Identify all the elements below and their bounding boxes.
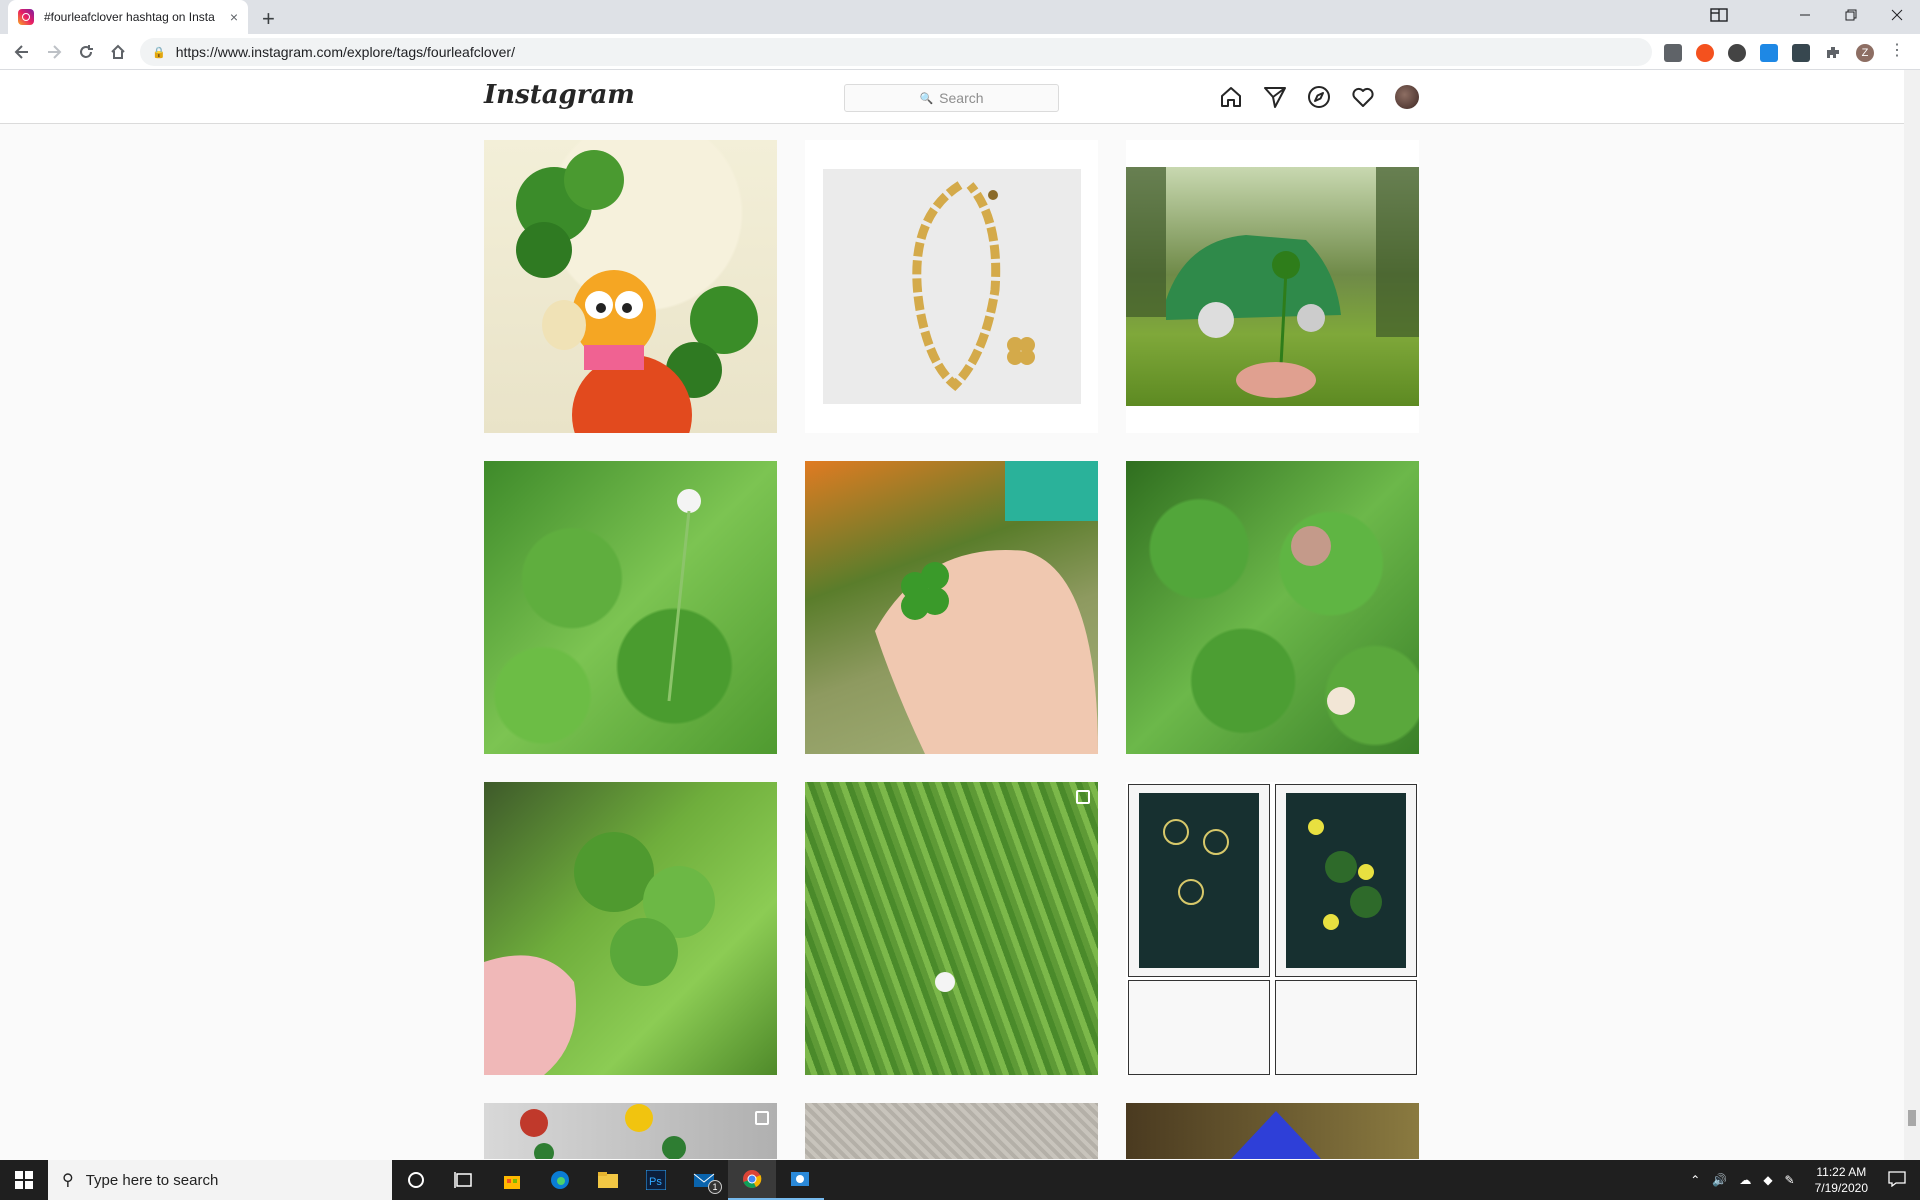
instagram-header: Instagram 🔍 Search [0, 70, 1904, 124]
start-button[interactable] [0, 1160, 48, 1200]
windows-taskbar: ⚲ Type here to search Ps 1 ⌃ 🔊 ☁ ◆ ✎ 11:… [0, 1160, 1920, 1200]
post-knitted-item[interactable] [805, 1103, 1098, 1159]
photoshop-icon[interactable]: Ps [632, 1160, 680, 1200]
store-icon[interactable] [488, 1160, 536, 1200]
extension-orange-icon[interactable] [1696, 44, 1714, 62]
extension-dark-icon[interactable] [1792, 44, 1810, 62]
post-hand-holding-clover[interactable] [805, 461, 1098, 754]
back-icon[interactable] [10, 40, 34, 64]
scrollbar-thumb[interactable] [1908, 1110, 1916, 1126]
svg-text:Ps: Ps [649, 1176, 662, 1188]
taskbar-search-placeholder: Type here to search [85, 1171, 219, 1189]
instagram-search-input[interactable]: 🔍 Search [844, 84, 1059, 112]
profile-avatar-button[interactable]: Z [1856, 44, 1874, 62]
dropbox-icon[interactable]: ◆ [1763, 1173, 1772, 1187]
search-icon: 🔍 [919, 92, 934, 105]
post-gold-clover-bracelet[interactable] [805, 140, 1098, 433]
tab-title: #fourleafclover hashtag on Insta [44, 10, 215, 24]
url-text: https://www.instagram.com/explore/tags/f… [175, 44, 515, 60]
task-view-icon[interactable] [440, 1160, 488, 1200]
post-green-car-clover[interactable] [1126, 140, 1419, 433]
page-scrollbar[interactable] [1904, 70, 1920, 1160]
search-icon: ⚲ [62, 1172, 74, 1189]
post-clover-field[interactable] [484, 461, 777, 754]
multiple-photos-icon [1076, 790, 1090, 804]
post-clover-prints[interactable] [1126, 782, 1419, 1075]
home-button-icon[interactable] [106, 40, 130, 64]
direct-icon[interactable] [1263, 85, 1287, 109]
tab-search-icon[interactable] [1696, 0, 1742, 30]
snipping-tool-icon[interactable] [776, 1160, 824, 1200]
post-grass-clover[interactable] [805, 782, 1098, 1075]
tray-expand-icon[interactable]: ⌃ [1690, 1173, 1700, 1187]
new-tab-button[interactable]: + [262, 6, 275, 32]
post-roses-clover[interactable] [484, 1103, 777, 1159]
tab-close-icon[interactable]: × [230, 9, 238, 25]
taskbar-search-input[interactable]: ⚲ Type here to search [48, 1160, 392, 1200]
clock[interactable]: 11:22 AM 7/19/2020 [1815, 1164, 1868, 1196]
lock-icon: 🔒 [152, 46, 166, 59]
browser-toolbar: 🔒 https://www.instagram.com/explore/tags… [0, 34, 1920, 70]
post-clover-closeup[interactable] [1126, 461, 1419, 754]
mail-icon[interactable]: 1 [680, 1160, 728, 1200]
system-tray: ⌃ 🔊 ☁ ◆ ✎ 11:22 AM 7/19/2020 [1684, 1160, 1920, 1200]
chrome-menu-icon[interactable]: ⋮ [1888, 43, 1906, 62]
instagram-favicon-icon [18, 9, 34, 25]
close-window-icon[interactable] [1874, 0, 1920, 30]
search-placeholder: Search [939, 90, 984, 106]
post-hand-clover-leaves[interactable] [484, 782, 777, 1075]
forward-icon[interactable] [42, 40, 66, 64]
volume-icon[interactable]: 🔊 [1712, 1173, 1727, 1187]
cortana-icon[interactable] [392, 1160, 440, 1200]
minimize-icon[interactable] [1782, 0, 1828, 30]
tab-strip: #fourleafclover hashtag on Insta × + [0, 0, 1920, 34]
notifications-icon[interactable] [1888, 1170, 1906, 1190]
home-icon[interactable] [1219, 85, 1243, 109]
clock-time: 11:22 AM [1816, 1165, 1867, 1179]
edge-icon[interactable] [536, 1160, 584, 1200]
activity-heart-icon[interactable] [1351, 85, 1375, 109]
mail-badge: 1 [708, 1180, 722, 1194]
post-garfield-clover[interactable] [484, 140, 777, 433]
multiple-photos-icon [755, 1111, 769, 1125]
file-explorer-icon[interactable] [584, 1160, 632, 1200]
explore-icon[interactable] [1307, 85, 1331, 109]
instagram-logo[interactable]: Instagram [484, 80, 635, 110]
chrome-taskbar-icon[interactable] [728, 1160, 776, 1200]
profile-avatar[interactable] [1395, 85, 1419, 109]
extension-circle-icon[interactable] [1728, 44, 1746, 62]
extensions-puzzle-icon[interactable] [1824, 44, 1842, 62]
address-bar[interactable]: 🔒 https://www.instagram.com/explore/tags… [140, 38, 1652, 66]
reload-icon[interactable] [74, 40, 98, 64]
post-dark-blue-item[interactable] [1126, 1103, 1419, 1159]
browser-tab[interactable]: #fourleafclover hashtag on Insta × [8, 0, 248, 34]
extension-blue-icon[interactable] [1760, 44, 1778, 62]
restore-icon[interactable] [1828, 0, 1874, 30]
pen-icon[interactable]: ✎ [1785, 1173, 1795, 1187]
extension-g-icon[interactable] [1664, 44, 1682, 62]
clock-date: 7/19/2020 [1814, 1181, 1868, 1195]
onedrive-icon[interactable]: ☁ [1739, 1173, 1751, 1187]
